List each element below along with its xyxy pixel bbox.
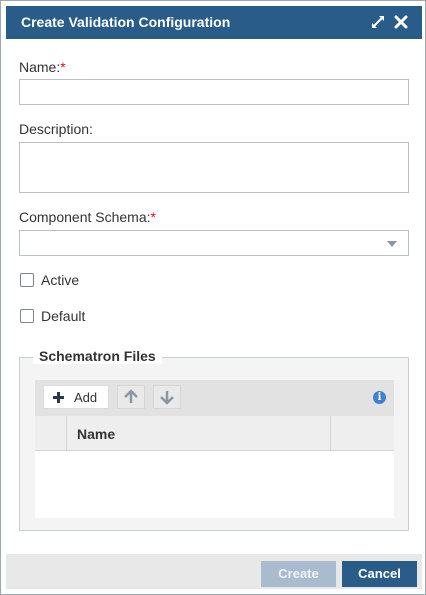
description-label: Description: (19, 121, 93, 137)
column-divider[interactable] (330, 416, 331, 450)
arrow-up-icon (124, 389, 138, 403)
component-schema-label: Component Schema:* (19, 209, 156, 225)
name-label: Name:* (19, 59, 66, 75)
component-schema-select[interactable] (19, 230, 409, 256)
description-textarea[interactable] (19, 142, 409, 193)
create-button[interactable]: Create (261, 561, 336, 587)
grid-header: Name (35, 416, 394, 451)
active-label[interactable]: Active (41, 272, 79, 288)
schema-required-marker: * (150, 209, 156, 225)
move-up-button[interactable] (117, 385, 145, 409)
chevron-down-icon[interactable] (387, 241, 397, 247)
cancel-button[interactable]: Cancel (342, 561, 417, 587)
column-divider[interactable] (66, 416, 67, 450)
default-label[interactable]: Default (41, 308, 85, 324)
arrow-down-icon (160, 391, 174, 405)
add-button[interactable]: Add (43, 385, 109, 409)
dialog-title: Create Validation Configuration (21, 14, 231, 30)
create-validation-dialog: Create Validation Configuration Name:* D… (0, 0, 426, 595)
name-input[interactable] (19, 79, 409, 105)
add-button-label: Add (74, 390, 98, 405)
move-down-button[interactable] (153, 385, 181, 409)
schematron-files-grid: Name (35, 416, 394, 518)
name-label-text: Name: (19, 59, 61, 75)
schematron-toolbar: Add i (35, 380, 394, 416)
component-schema-label-text: Component Schema: (19, 209, 151, 225)
active-checkbox[interactable] (20, 273, 34, 287)
dialog-footer: Create Cancel (6, 554, 422, 589)
plus-icon (53, 392, 64, 403)
grid-header-name[interactable]: Name (77, 426, 115, 442)
default-checkbox[interactable] (20, 309, 34, 323)
close-icon[interactable] (393, 14, 409, 30)
name-required-marker: * (60, 59, 66, 75)
maximize-icon[interactable] (370, 14, 386, 30)
info-icon[interactable]: i (373, 391, 386, 404)
dialog-titlebar[interactable]: Create Validation Configuration (6, 6, 422, 39)
schematron-files-legend: Schematron Files (33, 348, 162, 364)
